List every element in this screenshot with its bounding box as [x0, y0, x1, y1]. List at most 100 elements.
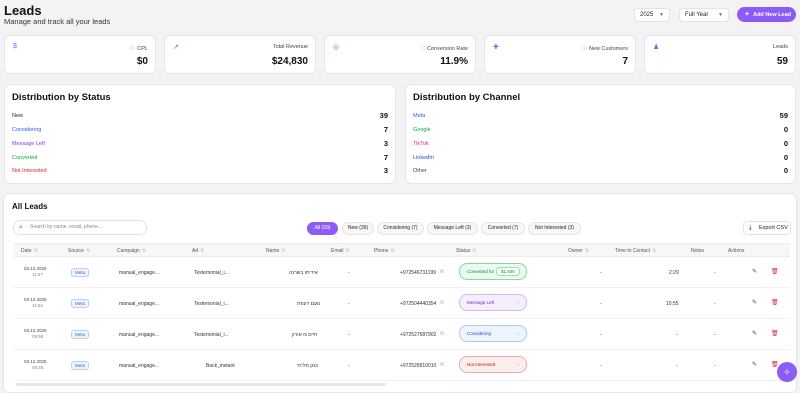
column-label: Ad: [192, 248, 199, 254]
stat-value: $0: [136, 56, 148, 67]
filter-not-interested[interactable]: Not Interested (3): [528, 222, 581, 235]
table-row[interactable]: 03.12.2025 00:48 Meta manual_engage... B…: [14, 351, 790, 381]
source-badge: Meta: [71, 299, 89, 308]
owner-cell: -: [600, 363, 602, 369]
filter-considering[interactable]: Considering (7): [377, 222, 424, 235]
status-select[interactable]: Considering -: [459, 325, 527, 342]
column-header[interactable]: Email ⇅: [331, 248, 350, 254]
name-cell: בוגן מליחי: [297, 363, 318, 369]
chevron-down-icon: ▼: [718, 12, 723, 18]
stat-card-new-customers: ✚ ⓘ New Customers 7: [484, 35, 636, 74]
column-header[interactable]: Owner ⇅: [568, 248, 589, 254]
column-label: Source: [68, 248, 84, 254]
distribution-label: Other: [413, 168, 427, 174]
column-header[interactable]: Source ⇅: [68, 248, 90, 254]
phone-cell: +972546731199: [400, 270, 436, 276]
stat-label: New Customers: [588, 46, 628, 52]
distribution-row: TikTok 0: [413, 139, 788, 151]
phone-icon[interactable]: ✆: [440, 331, 444, 337]
column-header: Actions: [728, 248, 744, 254]
edit-icon[interactable]: ✎: [752, 299, 757, 306]
assistant-fab-button[interactable]: ✧: [777, 362, 797, 382]
filter-new[interactable]: New (39): [342, 222, 374, 235]
column-label: Notes: [691, 248, 705, 254]
dash: -: [517, 362, 520, 367]
horizontal-scrollbar[interactable]: [16, 383, 386, 386]
phone-icon[interactable]: ✆: [440, 269, 444, 275]
year-select[interactable]: 2025 ▼: [634, 8, 670, 22]
edit-icon[interactable]: ✎: [752, 330, 757, 337]
trash-icon[interactable]: 🗑: [771, 268, 779, 275]
column-header[interactable]: Phone ⇅: [374, 248, 395, 254]
time-to-contact-cell: 2:29: [669, 270, 679, 276]
distribution-value: 0: [783, 139, 788, 148]
period-select[interactable]: Full Year ▼: [679, 8, 729, 22]
amount-badge: $1,600: [496, 267, 520, 276]
column-header[interactable]: Date ⇅: [21, 248, 38, 254]
distribution-label: LinkedIn: [413, 155, 434, 161]
table-row[interactable]: 03.12.2025 11:52 Meta manual_engage... T…: [14, 289, 790, 319]
filter-all[interactable]: All (59): [307, 222, 338, 235]
add-new-lead-button[interactable]: + Add New Lead: [737, 7, 796, 22]
column-header[interactable]: Status ⇅: [456, 248, 476, 254]
phone-icon[interactable]: ✆: [440, 362, 444, 368]
search-input[interactable]: ⌕ Search by name, email, phone...: [13, 220, 147, 235]
table-row[interactable]: 03.12.2025 11:57 Meta manual_engage... T…: [14, 258, 790, 288]
column-label: Time to Contact: [615, 248, 651, 254]
stat-card-leads: ♟ Leads 59: [644, 35, 796, 74]
filter-converted[interactable]: Converted (7): [481, 222, 525, 235]
status-label: Not Interested: [467, 362, 496, 367]
time-cell: 11:52: [32, 303, 43, 308]
email-cell: -: [348, 270, 350, 276]
notes-cell: -: [714, 270, 716, 276]
status-select[interactable]: Not Interested -: [459, 356, 527, 373]
page-header: Leads Manage and track all your leads 20…: [0, 0, 800, 33]
year-value: 2025: [640, 12, 654, 18]
period-value: Full Year: [685, 12, 709, 18]
notes-cell: -: [714, 332, 716, 338]
distribution-label: Not Interested: [12, 168, 47, 174]
page-subtitle: Manage and track all your leads: [4, 17, 111, 26]
time-to-contact-cell: 10:55: [666, 301, 679, 307]
export-csv-button[interactable]: ⤓ Export CSV: [743, 221, 791, 235]
email-cell: -: [348, 363, 350, 369]
edit-icon[interactable]: ✎: [752, 361, 757, 368]
column-header[interactable]: Name ⇅: [266, 248, 286, 254]
stat-value: 59: [776, 56, 788, 67]
dollar-icon: $: [13, 43, 17, 50]
column-header[interactable]: Campaign ⇅: [117, 248, 146, 254]
table-row[interactable]: 03.12.2025 09:58 Meta manual_engage... T…: [14, 320, 790, 350]
distribution-value: 0: [783, 166, 788, 175]
search-icon: ⌕: [19, 224, 23, 231]
stat-label: Conversion Rate: [427, 46, 468, 52]
email-cell: -: [348, 332, 350, 338]
stat-label: Total Revenue: [272, 44, 308, 50]
page-title: Leads: [4, 3, 42, 18]
sort-icon: ⇅: [472, 248, 477, 254]
panel-title: All Leads: [12, 202, 48, 211]
trash-icon[interactable]: 🗑: [771, 330, 779, 337]
filter-message-left[interactable]: Message Left (3): [427, 222, 478, 235]
status-select[interactable]: Message Left -: [459, 294, 527, 311]
distribution-value: 0: [783, 153, 788, 162]
time-to-contact-cell: -: [676, 332, 678, 338]
stat-card-cpl: $ ⓘ CPL $0: [4, 35, 156, 74]
table-header: Date ⇅ Source ⇅ Campaign ⇅ Ad ⇅ Name ⇅ Email ⇅…: [14, 243, 790, 257]
status-distribution-panel: Distribution by Status New 39 Considering…: [4, 84, 396, 184]
ad-cell: Back_instant: [206, 363, 235, 369]
phone-icon[interactable]: ✆: [440, 300, 444, 306]
column-header[interactable]: Ad ⇅: [192, 248, 204, 254]
edit-icon[interactable]: ✎: [752, 268, 757, 275]
distribution-value: 3: [383, 139, 388, 148]
distribution-value: 3: [383, 166, 388, 175]
distribution-row: Not Interested 3: [12, 166, 388, 178]
trend-icon: ↗: [173, 44, 179, 51]
trash-icon[interactable]: 🗑: [771, 299, 779, 306]
column-header[interactable]: Time to Contact ⇅: [615, 248, 656, 254]
download-icon: ⤓: [749, 225, 752, 231]
column-label: Phone: [374, 248, 389, 254]
phone-cell: +972528910010: [400, 363, 437, 369]
stat-label: Leads: [773, 44, 788, 50]
status-select[interactable]: Converted for $1,600: [459, 263, 527, 280]
search-placeholder: Search by name, email, phone...: [30, 224, 102, 230]
